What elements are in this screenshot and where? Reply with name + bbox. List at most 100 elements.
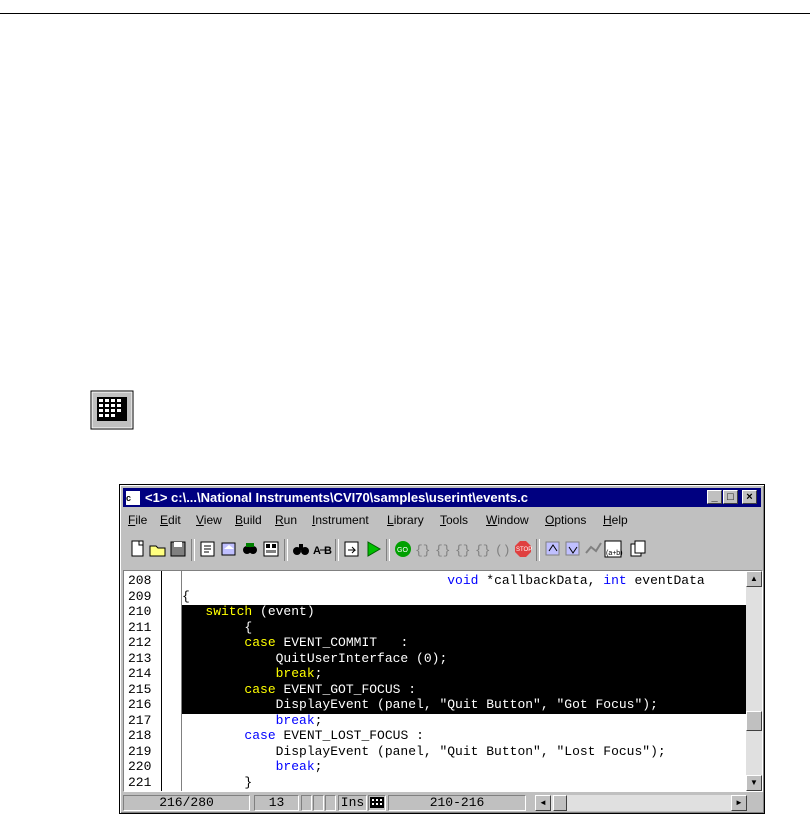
line-position: 216/280	[123, 795, 250, 811]
finish-function-icon[interactable]: {}	[453, 539, 473, 559]
edit-icon[interactable]	[198, 539, 218, 559]
menu-bar: File Edit View Build Run Instrument Libr…	[123, 509, 761, 529]
scroll-left-icon[interactable]: ◄	[535, 795, 551, 811]
line-number: 208	[128, 573, 152, 588]
line-number: 219	[128, 743, 152, 759]
horizontal-scrollbar[interactable]: ◄ ►	[535, 795, 747, 811]
menu-help[interactable]: Help	[603, 513, 628, 527]
code-line[interactable]: switch (event)	[182, 604, 747, 621]
code-token: EVENT_LOST_FOCUS :	[275, 728, 424, 743]
vertical-scrollbar[interactable]: ▲ ▼	[746, 571, 762, 791]
line-number: 217	[128, 712, 152, 728]
find-icon[interactable]	[291, 539, 311, 559]
code-area[interactable]: void *callbackData, int eventData { switc…	[182, 571, 747, 791]
code-line[interactable]: DisplayEvent (panel, "Quit Button", "Got…	[182, 697, 747, 714]
window-icon[interactable]	[368, 795, 386, 811]
line-number: 220	[128, 759, 152, 774]
keyword-token: break	[275, 759, 315, 774]
menu-window[interactable]: Window	[486, 513, 529, 527]
code-token: ;	[314, 666, 323, 681]
code-token: ;	[314, 759, 323, 774]
line-number: 213	[128, 650, 152, 666]
run-icon[interactable]	[363, 539, 383, 559]
insert-mode: Ins	[338, 795, 367, 811]
close-button[interactable]: ×	[742, 490, 757, 504]
menu-file[interactable]: File	[128, 513, 147, 527]
keyword-token: void	[447, 573, 479, 588]
scroll-thumb[interactable]	[553, 795, 567, 811]
code-line[interactable]: break;	[182, 714, 747, 727]
code-line[interactable]: QuitUserInterface (0);	[182, 650, 747, 667]
code-token: eventData	[626, 573, 705, 588]
open-file-icon[interactable]	[148, 539, 168, 559]
source-editor[interactable]: 208 209 210 211 212 213 214 215 216 217 218 219 220 2…	[123, 570, 763, 792]
go-icon[interactable]: GO	[393, 539, 413, 559]
menu-build[interactable]: Build	[235, 513, 262, 527]
line-number-gutter: 208 209 210 211 212 213 214 215 216 217 218 219 220 2…	[124, 571, 162, 791]
code-token: ;	[314, 712, 323, 728]
step-into-icon[interactable]: {}	[413, 539, 433, 559]
panel-icon[interactable]	[261, 539, 281, 559]
breakpoint-margin[interactable]	[164, 571, 182, 791]
code-line[interactable]: void *callbackData, int eventData	[182, 574, 747, 587]
replace-icon[interactable]: AB	[312, 539, 332, 559]
keyword-token: switch	[205, 604, 253, 619]
new-file-icon[interactable]	[128, 539, 148, 559]
svg-text:{}: {}	[475, 543, 491, 558]
code-token: EVENT_GOT_FOCUS :	[275, 681, 417, 697]
code-token: EVENT_COMMIT :	[275, 635, 409, 650]
stop-icon[interactable]: STOP	[513, 539, 533, 559]
line-number: 214	[128, 666, 152, 681]
code-token: *callbackData,	[478, 573, 604, 588]
code-token: DisplayEvent (panel, "Quit Button", "Got…	[182, 697, 658, 712]
menu-run[interactable]: Run	[275, 513, 297, 527]
status-bar: 216/280 13 Ins 210-216 ◄ ►	[123, 794, 763, 812]
menu-tools[interactable]: Tools	[440, 513, 468, 527]
code-line[interactable]: case EVENT_LOST_FOCUS :	[182, 729, 747, 742]
save-icon[interactable]	[168, 539, 188, 559]
window-title: <1> c:\...\National Instruments\CVI70\sa…	[145, 490, 528, 505]
code-line[interactable]: break;	[182, 666, 747, 683]
scroll-down-icon[interactable]: ▼	[746, 775, 762, 791]
c-file-icon: c	[126, 491, 140, 505]
maximize-button[interactable]: □	[723, 490, 738, 504]
recall-icon[interactable]	[219, 539, 239, 559]
continue-icon[interactable]: {}	[473, 539, 493, 559]
variables-icon[interactable]: (a+b)	[603, 539, 623, 559]
keyword-token: case	[244, 681, 276, 697]
menu-instrument[interactable]: Instrument	[312, 513, 369, 527]
editor-window-icon	[90, 390, 134, 430]
scroll-up-icon[interactable]: ▲	[746, 571, 762, 587]
build-icon[interactable]	[342, 539, 362, 559]
code-line[interactable]: {	[182, 620, 747, 636]
scroll-thumb[interactable]	[746, 711, 762, 731]
status-cell	[325, 795, 336, 811]
code-line[interactable]: DisplayEvent (panel, "Quit Button", "Los…	[182, 745, 747, 758]
step-over-icon[interactable]: {}	[433, 539, 453, 559]
watch-icon[interactable]	[583, 539, 603, 559]
copy-icon[interactable]	[628, 539, 648, 559]
code-line[interactable]: case EVENT_GOT_FOCUS :	[182, 681, 747, 698]
menu-options[interactable]: Options	[545, 513, 586, 527]
title-bar[interactable]: c <1> c:\...\National Instruments\CVI70\…	[123, 488, 761, 507]
tag-icon[interactable]	[563, 539, 583, 559]
menu-library[interactable]: Library	[387, 513, 424, 527]
source-window: c <1> c:\...\National Instruments\CVI70\…	[119, 484, 765, 814]
find-function-icon[interactable]	[240, 539, 260, 559]
menu-view[interactable]: View	[196, 513, 222, 527]
code-line[interactable]: {	[182, 590, 747, 603]
toggle-breakpoint-icon[interactable]	[543, 539, 563, 559]
break-icon[interactable]: ()	[493, 539, 513, 559]
code-line[interactable]: case EVENT_COMMIT :	[182, 635, 747, 652]
code-line[interactable]: }	[182, 776, 747, 789]
code-line[interactable]: break;	[182, 760, 747, 773]
minimize-button[interactable]: _	[707, 490, 722, 504]
svg-text:STOP: STOP	[516, 547, 532, 553]
code-token: QuitUserInterface (0);	[182, 650, 448, 666]
menu-edit[interactable]: Edit	[160, 513, 181, 527]
scroll-right-icon[interactable]: ►	[731, 795, 747, 811]
